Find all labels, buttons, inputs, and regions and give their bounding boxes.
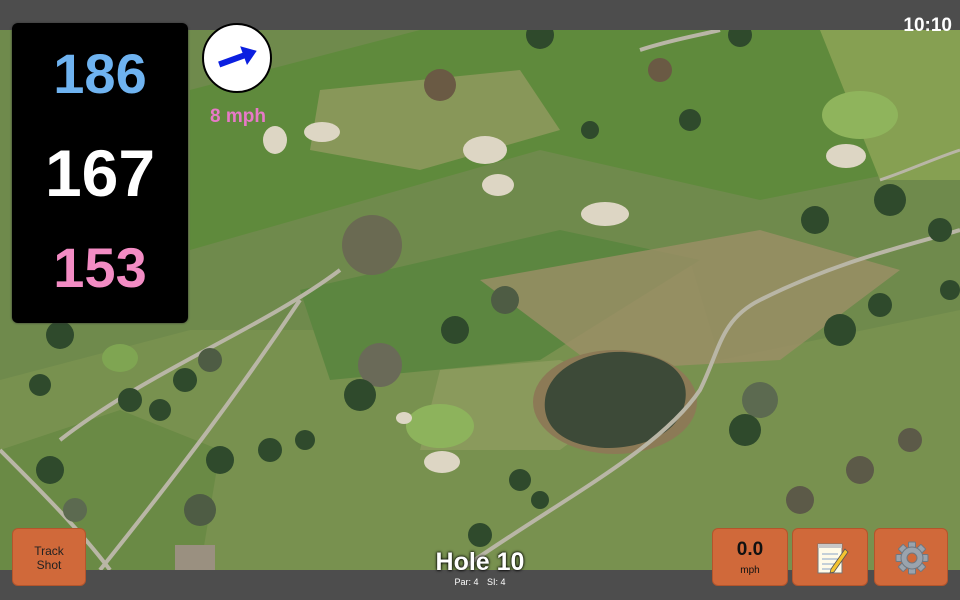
arrow-shaft bbox=[218, 52, 247, 68]
wind-speed-unit: mph bbox=[740, 565, 760, 576]
notes-button[interactable] bbox=[792, 528, 868, 586]
distance-panel: 186 167 153 bbox=[12, 23, 188, 323]
wind-speed-value: 0.0 bbox=[736, 539, 764, 560]
wind-direction-arrow-icon bbox=[218, 46, 257, 68]
hole-par: Par: 4 bbox=[454, 577, 479, 587]
clock-text: 10:10 bbox=[903, 15, 952, 36]
hole-stroke-index: SI: 4 bbox=[487, 577, 506, 587]
settings-button[interactable] bbox=[874, 528, 948, 586]
gear-icon bbox=[895, 541, 929, 575]
wind-direction-indicator bbox=[202, 23, 272, 93]
track-shot-button[interactable]: Track Shot bbox=[12, 528, 86, 586]
middle-distance: 167 bbox=[44, 136, 156, 210]
track-shot-label-line1: Track bbox=[34, 544, 64, 558]
wind-speed-button[interactable]: 0.0 mph bbox=[712, 528, 788, 586]
hole-title: Hole 10 bbox=[435, 548, 525, 576]
arrow-head bbox=[240, 46, 257, 66]
track-shot-label-line2: Shot bbox=[36, 558, 62, 572]
hole-info: Par: 4 SI: 4 bbox=[380, 577, 580, 587]
wind-speed-label: 8 mph bbox=[210, 106, 266, 127]
back-distance: 186 bbox=[53, 42, 147, 105]
front-distance: 153 bbox=[53, 236, 147, 299]
notepad-icon bbox=[817, 543, 849, 574]
